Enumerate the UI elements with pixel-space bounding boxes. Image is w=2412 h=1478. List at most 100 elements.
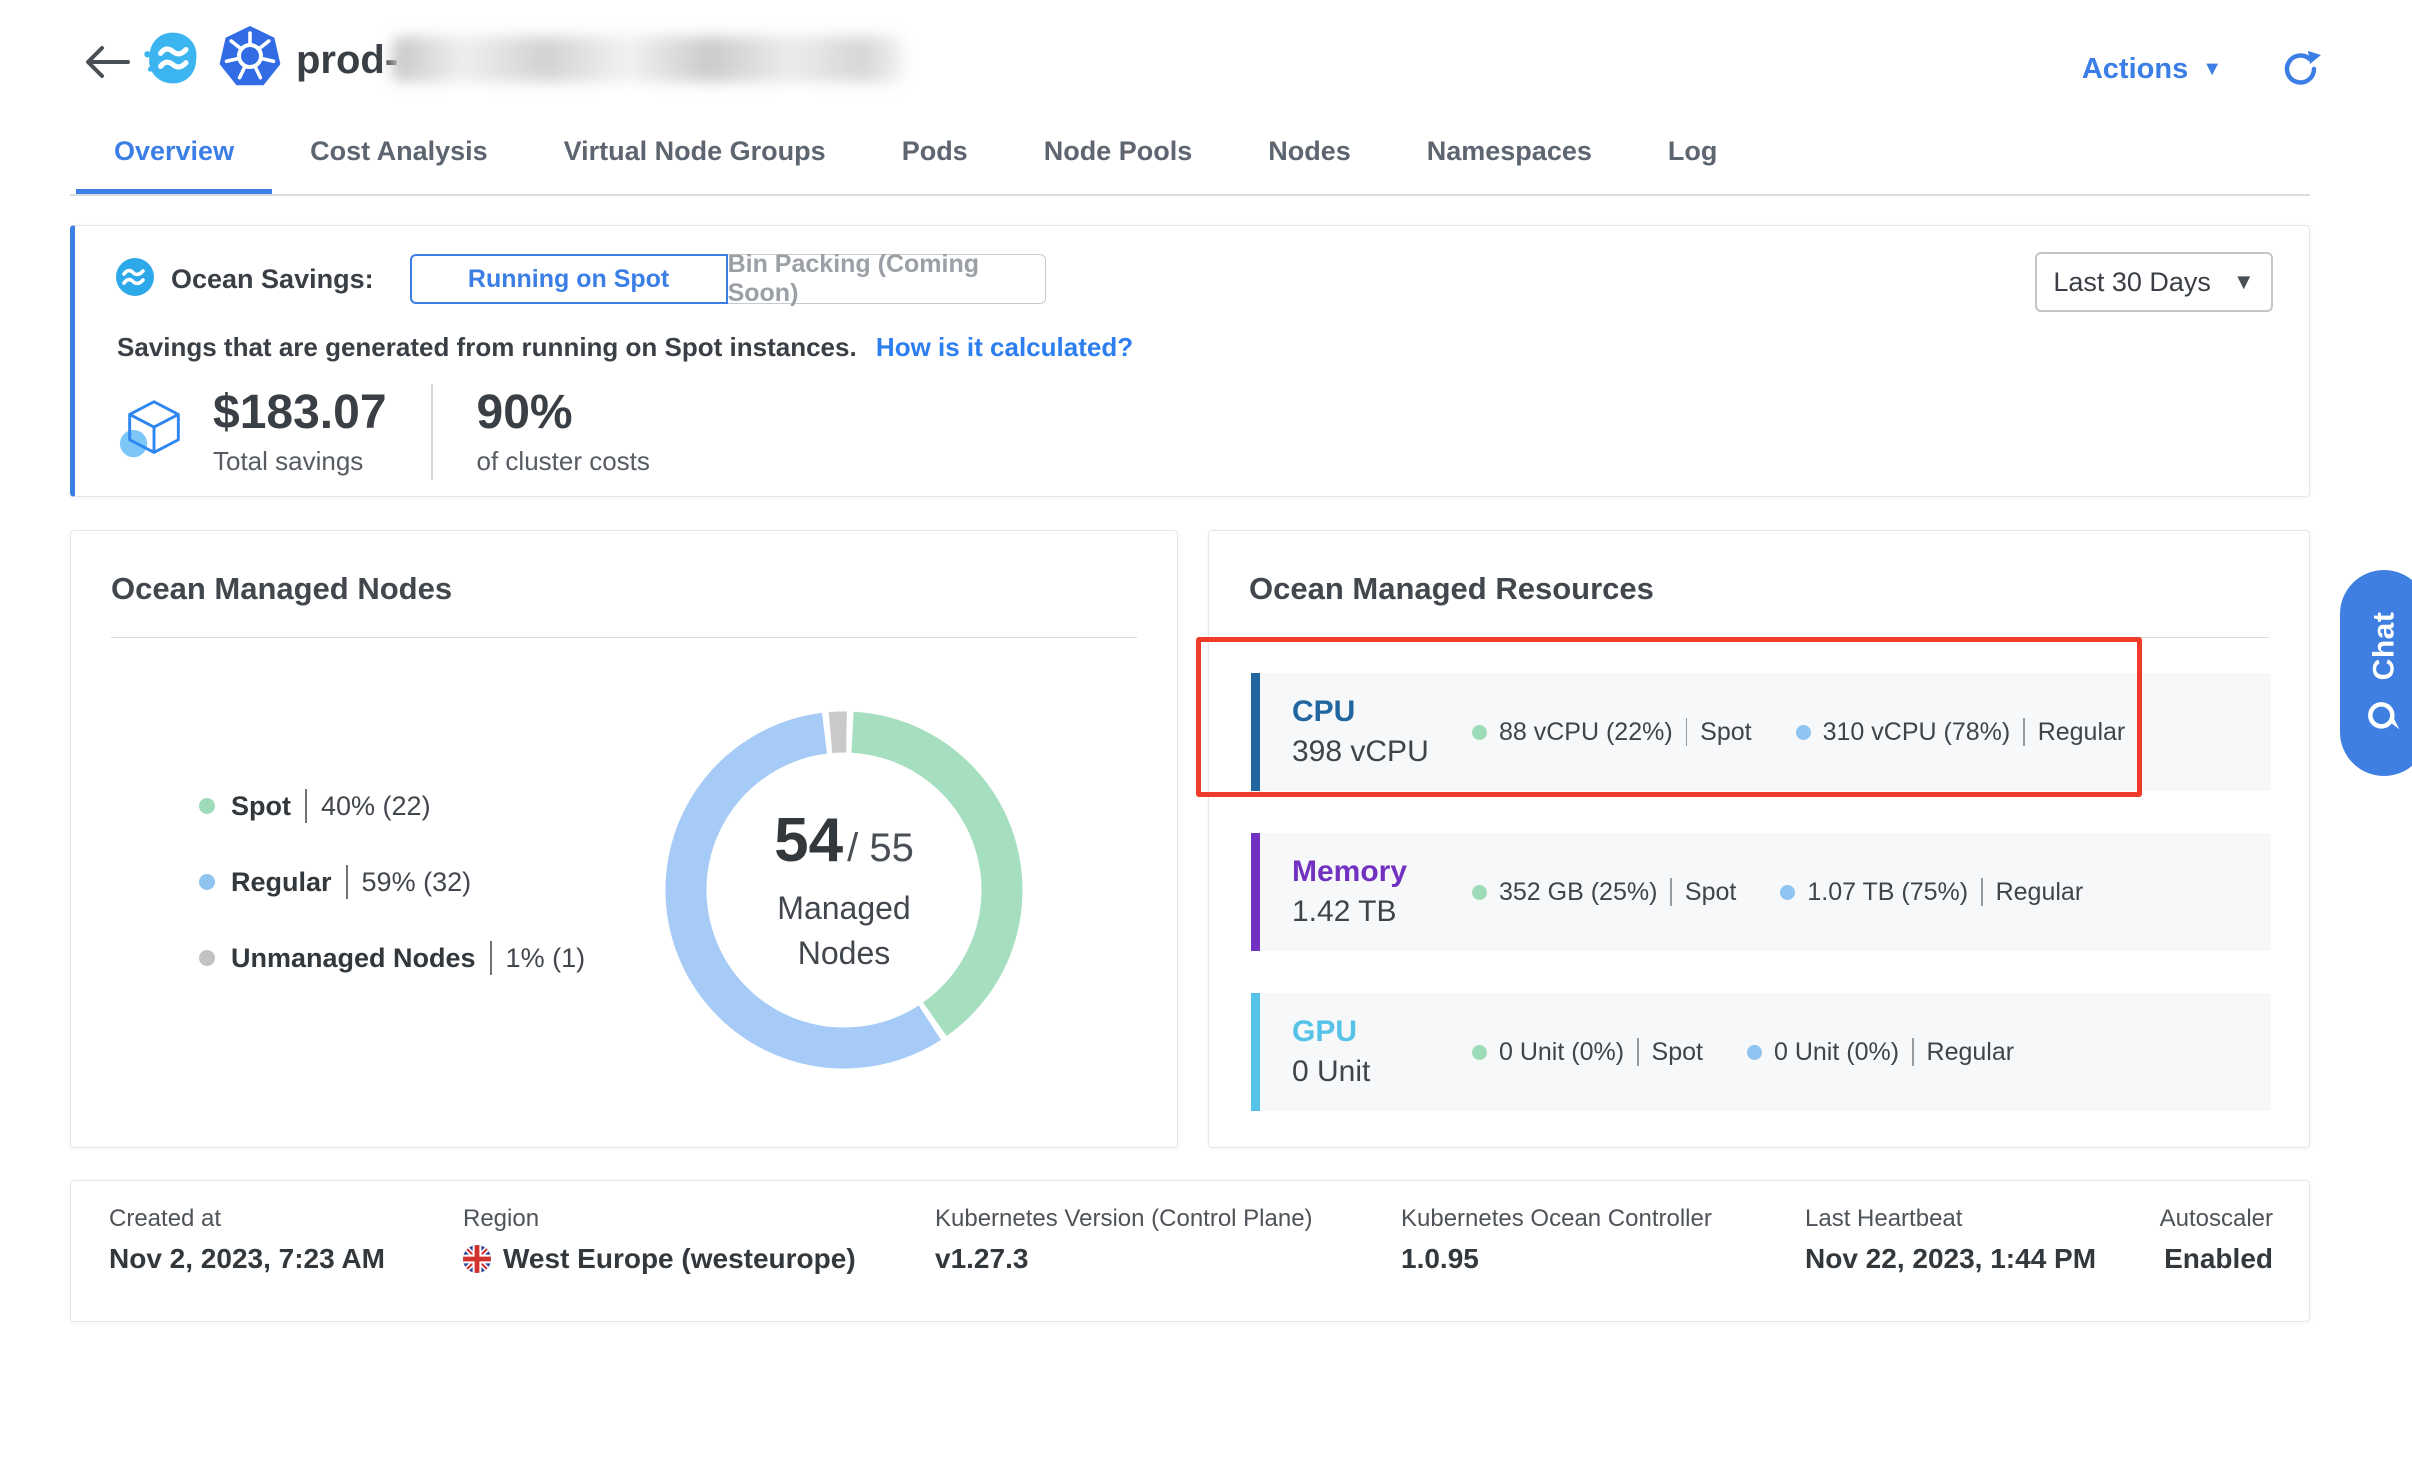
total-savings-metric: $183.07 Total savings: [213, 387, 387, 477]
divider: [111, 637, 1137, 638]
chat-button[interactable]: Chat: [2340, 570, 2412, 776]
stat-label: Regular: [1927, 1038, 2015, 1067]
footer-label: Last Heartbeat: [1805, 1205, 1962, 1233]
regular-dot-icon: [199, 874, 215, 890]
regular-dot-icon: [1796, 725, 1811, 740]
donut-sub-line1: Managed: [777, 886, 910, 931]
stat-divider: [1637, 1038, 1639, 1066]
managed-nodes-donut-chart: 54 / 55 Managed Nodes: [654, 700, 1034, 1080]
resource-row-memory: Memory 1.42 TB 352 GB (25%) Spot 1.07 TB…: [1251, 833, 2271, 951]
spot-dot-icon: [1472, 725, 1487, 740]
tab-node-pools[interactable]: Node Pools: [1006, 114, 1231, 194]
actions-label: Actions: [2082, 53, 2188, 86]
cluster-costs-metric: 90% of cluster costs: [477, 387, 650, 477]
footer-value: Nov 22, 2023, 1:44 PM: [1805, 1243, 2096, 1275]
tab-namespaces[interactable]: Namespaces: [1389, 114, 1630, 194]
uk-flag-icon: [463, 1245, 491, 1273]
footer-value: West Europe (westeurope): [463, 1243, 856, 1275]
stat-value: 0 Unit (0%): [1499, 1038, 1624, 1067]
tab-log[interactable]: Log: [1630, 114, 1755, 194]
gpu-regular-stat: 0 Unit (0%) Regular: [1747, 1038, 2014, 1067]
legend-divider: [490, 941, 492, 975]
running-on-spot-toggle[interactable]: Running on Spot: [410, 254, 728, 304]
ocean-managed-resources-panel: Ocean Managed Resources CPU 398 vCPU 88 …: [1208, 530, 2310, 1148]
legend-label: Unmanaged Nodes: [231, 943, 476, 974]
how-calculated-link[interactable]: How is it calculated?: [876, 332, 1133, 362]
legend-value: 1% (1): [506, 943, 586, 974]
cpu-regular-stat: 310 vCPU (78%) Regular: [1796, 718, 2126, 747]
footer-label: Kubernetes Version (Control Plane): [935, 1205, 1313, 1233]
legend-label: Regular: [231, 867, 332, 898]
footer-value: 1.0.95: [1401, 1243, 1479, 1275]
total-savings-value: $183.07: [213, 387, 387, 440]
legend-divider: [305, 789, 307, 823]
resource-row-cpu: CPU 398 vCPU 88 vCPU (22%) Spot 310 vCPU…: [1251, 673, 2271, 791]
memory-regular-stat: 1.07 TB (75%) Regular: [1780, 878, 2083, 907]
cluster-name-redacted: [392, 36, 904, 82]
total-count: / 55: [847, 826, 914, 871]
footer-value: Nov 2, 2023, 7:23 AM: [109, 1243, 385, 1275]
savings-toggle: Running on Spot Bin Packing (Coming Soon…: [410, 254, 1046, 304]
stat-label: Regular: [1996, 878, 2084, 907]
regular-dot-icon: [1780, 885, 1795, 900]
cluster-info-footer: Created at Nov 2, 2023, 7:23 AM Region W…: [70, 1180, 2310, 1322]
stat-value: 1.07 TB (75%): [1807, 878, 1968, 907]
gpu-spot-stat: 0 Unit (0%) Spot: [1472, 1038, 1703, 1067]
stat-divider: [1670, 878, 1672, 906]
cpu-accent-bar: [1251, 673, 1260, 791]
legend-value: 40% (22): [321, 791, 431, 822]
region-value: West Europe (westeurope): [503, 1243, 856, 1275]
memory-name: Memory: [1292, 855, 1472, 889]
period-dropdown-value: Last 30 Days: [2053, 267, 2211, 298]
chevron-down-icon: ▼: [2202, 59, 2222, 79]
stat-value: 0 Unit (0%): [1774, 1038, 1899, 1067]
footer-label: Kubernetes Ocean Controller: [1401, 1205, 1712, 1233]
ocean-logo-icon: [140, 28, 200, 93]
managed-resources-title: Ocean Managed Resources: [1249, 571, 1654, 607]
spot-dot-icon: [1472, 885, 1487, 900]
tab-overview[interactable]: Overview: [76, 114, 272, 194]
gpu-total: 0 Unit: [1292, 1055, 1472, 1089]
stat-divider: [2023, 718, 2025, 746]
stat-value: 310 vCPU (78%): [1823, 718, 2011, 747]
footer-value: v1.27.3: [935, 1243, 1028, 1275]
period-dropdown[interactable]: Last 30 Days ▼: [2035, 252, 2273, 312]
managed-count: 54: [774, 805, 843, 876]
refresh-icon[interactable]: [2280, 48, 2322, 90]
bin-packing-toggle[interactable]: Bin Packing (Coming Soon): [728, 254, 1046, 304]
memory-spot-stat: 352 GB (25%) Spot: [1472, 878, 1736, 907]
legend-label: Spot: [231, 791, 291, 822]
tab-pods[interactable]: Pods: [864, 114, 1006, 194]
footer-label: Autoscaler: [2160, 1205, 2273, 1233]
actions-button[interactable]: Actions ▼: [2082, 53, 2222, 86]
gpu-accent-bar: [1251, 993, 1260, 1111]
total-savings-label: Total savings: [213, 446, 387, 477]
legend-item-unmanaged: Unmanaged Nodes 1% (1): [199, 941, 585, 975]
savings-cube-icon: [117, 393, 191, 472]
header: prod- Actions ▼: [0, 0, 2412, 114]
nodes-legend: Spot 40% (22) Regular 59% (32) Unmanaged…: [199, 789, 585, 975]
tab-cost-analysis[interactable]: Cost Analysis: [272, 114, 526, 194]
stat-value: 352 GB (25%): [1499, 878, 1657, 907]
unmanaged-dot-icon: [199, 950, 215, 966]
stat-label: Spot: [1685, 878, 1736, 907]
tab-nodes[interactable]: Nodes: [1230, 114, 1389, 194]
legend-item-regular: Regular 59% (32): [199, 865, 585, 899]
divider: [1249, 637, 2269, 638]
chevron-down-icon: ▼: [2233, 271, 2255, 293]
stat-label: Regular: [2038, 718, 2126, 747]
stat-divider: [1981, 878, 1983, 906]
back-arrow-icon[interactable]: [82, 42, 134, 82]
ocean-managed-nodes-panel: Ocean Managed Nodes Spot 40% (22) Regula…: [70, 530, 1178, 1148]
managed-nodes-title: Ocean Managed Nodes: [111, 571, 452, 607]
ocean-savings-panel: Ocean Savings: Running on Spot Bin Packi…: [70, 225, 2310, 497]
memory-accent-bar: [1251, 833, 1260, 951]
cluster-costs-label: of cluster costs: [477, 446, 650, 477]
chat-label: Chat: [2367, 612, 2401, 681]
stat-divider: [1912, 1038, 1914, 1066]
stat-label: Spot: [1700, 718, 1751, 747]
tab-virtual-node-groups[interactable]: Virtual Node Groups: [526, 114, 864, 194]
cpu-total: 398 vCPU: [1292, 735, 1472, 769]
footer-label: Region: [463, 1205, 539, 1233]
cpu-spot-stat: 88 vCPU (22%) Spot: [1472, 718, 1752, 747]
